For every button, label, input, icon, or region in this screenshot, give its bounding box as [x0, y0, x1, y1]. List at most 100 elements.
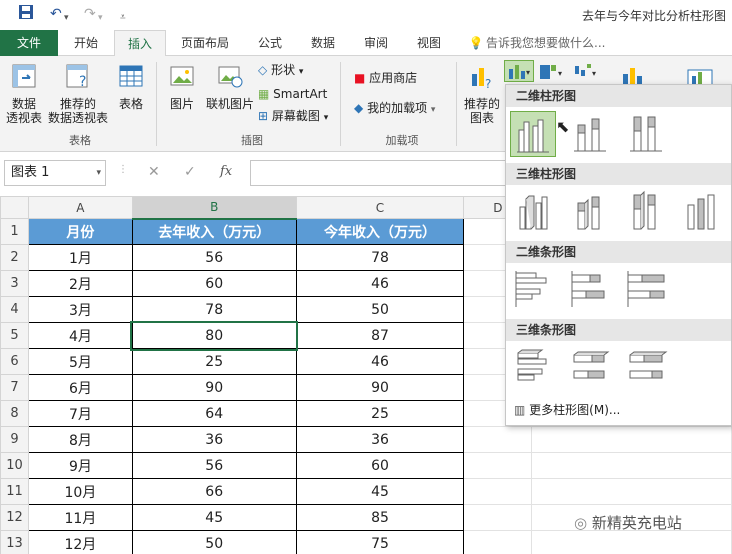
recommended-pivot-button[interactable]: ? 推荐的 数据透视表	[46, 62, 110, 125]
tab-page-layout[interactable]: 页面布局	[172, 30, 238, 56]
cell-this-year[interactable]: 85	[295, 504, 465, 531]
tab-home[interactable]: 开始	[62, 30, 110, 56]
row-header[interactable]: 3	[0, 270, 29, 297]
percent-stacked-column-option[interactable]	[624, 111, 670, 157]
tell-me-search[interactable]: 告诉我您想要做什么...	[486, 30, 616, 56]
cell-this-year[interactable]: 50	[295, 296, 465, 323]
column-header-a[interactable]: A	[27, 196, 133, 219]
waterfall-chart-button[interactable]: ▾	[572, 62, 602, 82]
screenshot-button[interactable]: ⊞ 屏幕截图 ▾	[258, 108, 328, 126]
empty-cell[interactable]	[531, 426, 732, 453]
row-header[interactable]: 5	[0, 322, 29, 349]
cell-this-year[interactable]: 36	[295, 426, 465, 453]
my-addins-button[interactable]: ◆ 我的加载项 ▾	[354, 100, 435, 118]
recommended-charts-button[interactable]: ? 推荐的 图表	[462, 62, 502, 125]
picture-button[interactable]: 图片	[164, 62, 200, 111]
tab-insert[interactable]: 插入	[114, 30, 166, 56]
header-cell-this-year[interactable]: 今年收入（万元）	[295, 218, 465, 245]
empty-cell[interactable]	[463, 530, 533, 554]
cell-last-year[interactable]: 25	[131, 348, 297, 375]
cell-this-year[interactable]: 75	[295, 530, 465, 554]
header-cell-last-year[interactable]: 去年收入（万元）	[131, 218, 297, 245]
cell-last-year[interactable]: 90	[131, 374, 297, 401]
row-header[interactable]: 1	[0, 218, 29, 245]
empty-cell[interactable]	[463, 504, 533, 531]
3d-column-option[interactable]	[680, 189, 726, 235]
stacked-column-option[interactable]	[568, 111, 614, 157]
row-header[interactable]: 12	[0, 504, 29, 531]
save-icon[interactable]	[18, 4, 34, 26]
empty-cell[interactable]	[531, 452, 732, 479]
row-header[interactable]: 4	[0, 296, 29, 323]
cell-last-year[interactable]: 80	[130, 320, 299, 351]
cell-last-year[interactable]: 50	[131, 530, 297, 554]
cell-month[interactable]: 1月	[27, 244, 133, 271]
more-column-charts-link[interactable]: ▥ 更多柱形图(M)...	[514, 401, 620, 418]
online-picture-button[interactable]: 联机图片	[204, 62, 256, 111]
cell-last-year[interactable]: 66	[131, 478, 297, 505]
cell-this-year[interactable]: 45	[295, 478, 465, 505]
cell-last-year[interactable]: 45	[131, 504, 297, 531]
header-cell-month[interactable]: 月份	[27, 218, 133, 245]
row-header[interactable]: 7	[0, 374, 29, 401]
empty-cell[interactable]	[463, 478, 533, 505]
percent-stacked-bar-option[interactable]	[624, 267, 670, 313]
redo-dropdown-icon[interactable]: ▾	[98, 8, 103, 28]
cell-month[interactable]: 4月	[27, 322, 133, 349]
name-box[interactable]: 图表 1 ▾	[4, 160, 106, 186]
cell-this-year[interactable]: 87	[295, 322, 465, 349]
cell-last-year[interactable]: 78	[131, 296, 297, 323]
cell-month[interactable]: 10月	[27, 478, 133, 505]
cell-this-year[interactable]: 90	[295, 374, 465, 401]
tab-file[interactable]: 文件	[0, 30, 58, 56]
cell-this-year[interactable]: 78	[295, 244, 465, 271]
clustered-bar-option[interactable]	[512, 267, 558, 313]
stacked-bar-option[interactable]	[568, 267, 614, 313]
column-header-b[interactable]: B	[131, 196, 297, 220]
row-header[interactable]: 9	[0, 426, 29, 453]
cell-month[interactable]: 9月	[27, 452, 133, 479]
cell-month[interactable]: 3月	[27, 296, 133, 323]
table-button[interactable]: 表格	[114, 62, 148, 111]
cell-last-year[interactable]: 36	[131, 426, 297, 453]
undo-icon[interactable]: ↶	[50, 4, 62, 24]
3d-stacked-column-option[interactable]	[568, 189, 614, 235]
undo-dropdown-icon[interactable]: ▾	[64, 8, 69, 28]
tab-data[interactable]: 数据	[300, 30, 346, 56]
hierarchy-chart-button[interactable]: ▾	[538, 62, 568, 82]
cell-month[interactable]: 7月	[27, 400, 133, 427]
cell-this-year[interactable]: 46	[295, 270, 465, 297]
clustered-column-option[interactable]	[510, 111, 556, 157]
row-header[interactable]: 10	[0, 452, 29, 479]
cell-last-year[interactable]: 60	[131, 270, 297, 297]
column-chart-button[interactable]: ▾	[504, 60, 534, 82]
fx-icon[interactable]: fx	[220, 164, 232, 179]
tab-view[interactable]: 视图	[406, 30, 452, 56]
drag-handle-icon[interactable]: ⋮	[118, 164, 128, 175]
cell-last-year[interactable]: 56	[131, 244, 297, 271]
cell-last-year[interactable]: 64	[131, 400, 297, 427]
redo-icon[interactable]: ↷	[84, 4, 96, 24]
customize-icon[interactable]: ⩡	[120, 8, 126, 28]
row-header[interactable]: 6	[0, 348, 29, 375]
row-header[interactable]: 11	[0, 478, 29, 505]
select-all-corner[interactable]	[0, 196, 29, 219]
tab-review[interactable]: 审阅	[352, 30, 400, 56]
cancel-icon[interactable]: ✕	[148, 164, 160, 180]
column-header-c[interactable]: C	[295, 196, 465, 219]
3d-percent-stacked-bar-option[interactable]	[624, 345, 670, 391]
cell-last-year[interactable]: 56	[131, 452, 297, 479]
row-header[interactable]: 13	[0, 530, 29, 554]
empty-cell[interactable]	[463, 426, 533, 453]
cell-month[interactable]: 11月	[27, 504, 133, 531]
tab-formulas[interactable]: 公式	[246, 30, 294, 56]
chevron-down-icon[interactable]: ▾	[96, 161, 101, 185]
cell-month[interactable]: 5月	[27, 348, 133, 375]
3d-percent-stacked-column-option[interactable]	[624, 189, 670, 235]
cell-month[interactable]: 2月	[27, 270, 133, 297]
row-header[interactable]: 8	[0, 400, 29, 427]
cell-this-year[interactable]: 46	[295, 348, 465, 375]
cell-this-year[interactable]: 25	[295, 400, 465, 427]
smartart-button[interactable]: ▦ SmartArt	[258, 86, 327, 102]
shapes-button[interactable]: ◇ 形状 ▾	[258, 62, 303, 80]
